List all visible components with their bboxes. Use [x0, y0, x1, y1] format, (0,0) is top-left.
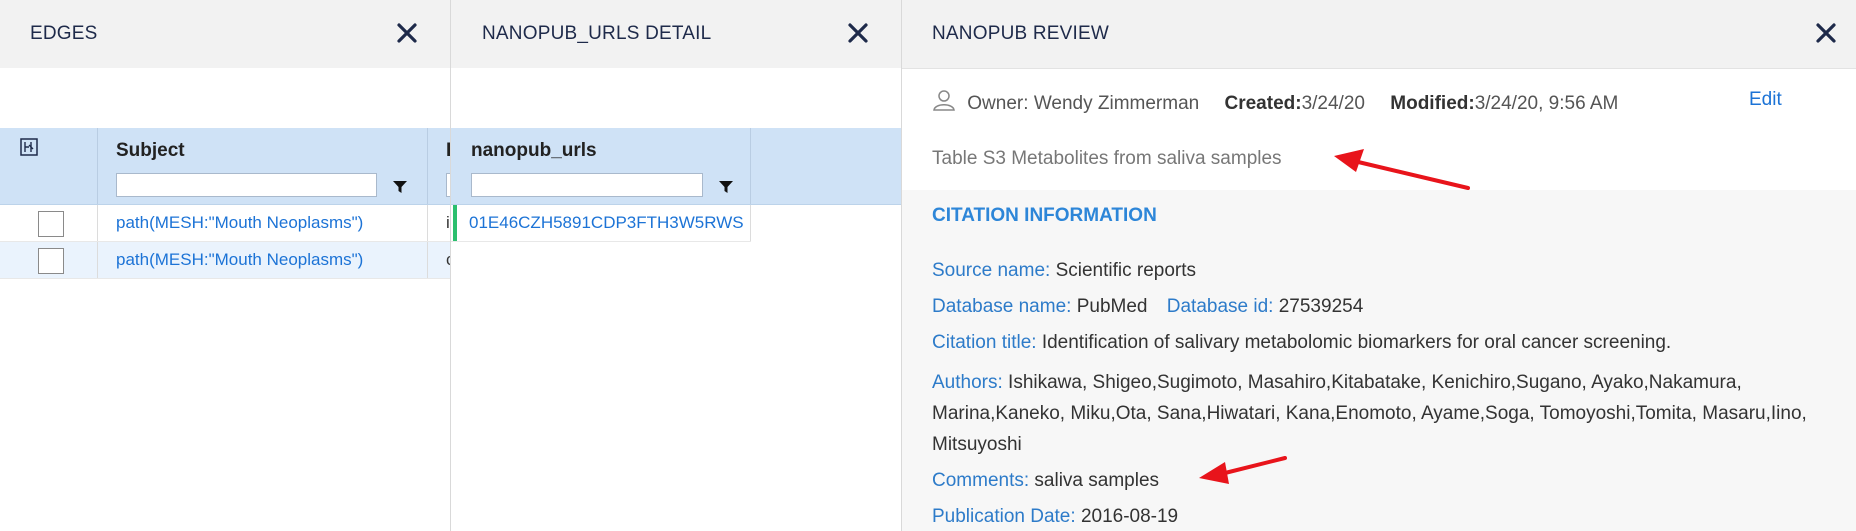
- citation-section-title: CITATION INFORMATION: [932, 205, 1157, 226]
- nanopub-urls-panel-title: NANOPUB_URLS DETAIL: [482, 23, 712, 44]
- source-name-value: Scientific reports: [1055, 260, 1197, 281]
- owner-label: Owner:: [967, 93, 1029, 114]
- row-checkbox[interactable]: [38, 248, 64, 274]
- database-id-value: 27539254: [1278, 296, 1364, 317]
- created-date: 3/24/20: [1301, 93, 1365, 114]
- table-row[interactable]: path(MESH:"Mouth Neoplasms") i: [0, 205, 450, 242]
- filter-icon[interactable]: [392, 180, 408, 194]
- edit-link[interactable]: Edit: [1749, 89, 1782, 111]
- database-name-label: Database name:: [932, 296, 1072, 317]
- close-icon[interactable]: [392, 18, 422, 48]
- nanopub-url-link[interactable]: 01E46CZH5891CDP3FTH3W5RWS: [469, 213, 749, 233]
- user-icon: [932, 88, 956, 118]
- nanopub-urls-filter-input[interactable]: [471, 173, 703, 197]
- citation-title-row: Citation title: Identification of saliva…: [932, 332, 1671, 354]
- database-id-label: Database id:: [1166, 296, 1274, 317]
- created-label: Created:: [1224, 93, 1302, 114]
- database-row: Database name: PubMed Database id: 27539…: [932, 296, 1363, 318]
- nanopub-description: Table S3 Metabolites from saliva samples: [932, 148, 1282, 169]
- row-checkbox[interactable]: [38, 211, 64, 237]
- comments-row: Comments: saliva samples: [932, 470, 1159, 492]
- edges-toolbar: [0, 68, 450, 128]
- owner-name: Wendy Zimmerman: [1033, 93, 1200, 114]
- source-name-row: Source name: Scientific reports: [932, 260, 1196, 282]
- arrow-annotation: [1334, 149, 1470, 190]
- subject-link[interactable]: path(MESH:"Mouth Neoplasms"): [116, 213, 363, 233]
- source-name-label: Source name:: [932, 260, 1051, 281]
- nanopub-review-panel: NANOPUB REVIEW Owner: Wendy Zimmerman Cr…: [902, 0, 1856, 531]
- nanopub-review-panel-header: NANOPUB REVIEW: [902, 0, 1856, 69]
- arrow-annotation: [1199, 456, 1287, 484]
- publication-date-label: Publication Date:: [932, 506, 1076, 527]
- table-row[interactable]: path(MESH:"Mouth Neoplasms") c: [0, 242, 450, 279]
- comments-value: saliva samples: [1034, 470, 1160, 491]
- modified-date: 3/24/20, 9:56 AM: [1474, 93, 1619, 114]
- nanopub-urls-panel: NANOPUB_URLS DETAIL nanopub_urls 01E46CZ…: [451, 0, 901, 531]
- subject-filter-input[interactable]: [116, 173, 377, 197]
- table-row[interactable]: 01E46CZH5891CDP3FTH3W5RWS: [451, 205, 751, 242]
- column-chooser-icon[interactable]: [20, 138, 38, 156]
- database-name-value: PubMed: [1076, 296, 1148, 317]
- publication-date-row: Publication Date: 2016-08-19: [932, 506, 1178, 528]
- nanopub-urls-panel-header: NANOPUB_URLS DETAIL: [451, 0, 901, 69]
- subject-link[interactable]: path(MESH:"Mouth Neoplasms"): [116, 250, 363, 270]
- edges-panel-header: EDGES: [0, 0, 450, 69]
- comments-label: Comments:: [932, 470, 1030, 491]
- modified-label: Modified:: [1390, 93, 1475, 114]
- nanopub-urls-toolbar: [451, 68, 901, 128]
- authors-row: Authors: Ishikawa, Shigeo,Sugimoto, Masa…: [932, 367, 1822, 460]
- citation-title-value: Identification of salivary metabolomic b…: [1041, 332, 1672, 353]
- selected-row-marker: [453, 205, 457, 241]
- nanopub-urls-grid-header: nanopub_urls: [451, 128, 901, 205]
- citation-title-label: Citation title:: [932, 332, 1037, 353]
- nanopub-metadata: Owner: Wendy Zimmerman Created:3/24/20 M…: [932, 88, 1618, 118]
- column-header-subject[interactable]: Subject: [116, 140, 185, 162]
- close-icon[interactable]: [843, 18, 873, 48]
- edges-panel: EDGES Subject R path(MESH:"Mouth Neoplas…: [0, 0, 450, 531]
- edges-grid-header: Subject R: [0, 128, 450, 205]
- filter-icon[interactable]: [718, 180, 734, 194]
- citation-information-section: CITATION INFORMATION Source name: Scient…: [902, 190, 1856, 531]
- publication-date-value: 2016-08-19: [1080, 506, 1179, 527]
- authors-label: Authors:: [932, 372, 1003, 393]
- nanopub-review-panel-title: NANOPUB REVIEW: [932, 23, 1109, 44]
- edges-panel-title: EDGES: [30, 23, 98, 44]
- authors-value: Ishikawa, Shigeo,Sugimoto, Masahiro,Kita…: [932, 372, 1807, 455]
- column-header-nanopub-urls[interactable]: nanopub_urls: [471, 140, 597, 162]
- close-icon[interactable]: [1811, 18, 1841, 48]
